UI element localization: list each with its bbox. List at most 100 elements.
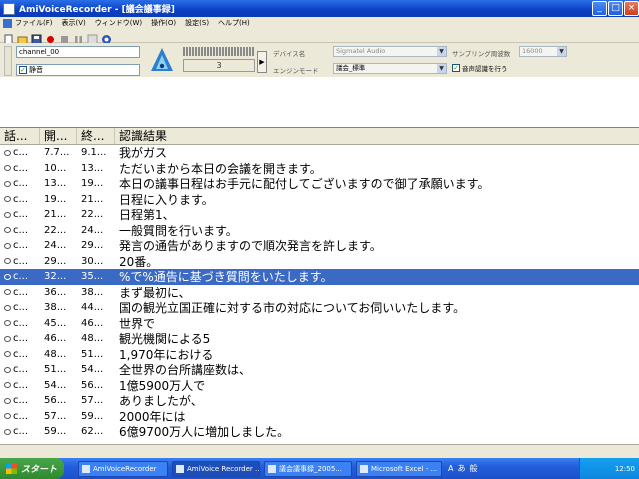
end-time-cell: 62...	[81, 426, 104, 438]
menu-window[interactable]: ウィンドウ(W)	[95, 18, 142, 28]
start-time-cell: 46...	[44, 333, 67, 345]
start-recognition-button[interactable]: ▶	[257, 51, 267, 73]
device-select[interactable]: Sigmatel Audio ▼	[333, 46, 447, 57]
list-item[interactable]: c... 29... 30... 20番。	[0, 254, 639, 270]
list-item[interactable]: c... 7.7... 9.1... 我がガス	[0, 145, 639, 161]
list-item[interactable]: c... 48... 51... 1,970年における	[0, 347, 639, 363]
channel-cell: c...	[0, 256, 40, 267]
column-header-channel[interactable]: 話...	[0, 128, 40, 144]
channel-value: c...	[13, 333, 29, 345]
engine-value: 議会_標準	[336, 64, 366, 72]
sampling-select[interactable]: 16000 ▼	[519, 46, 567, 57]
new-file-icon[interactable]	[3, 30, 14, 45]
list-item[interactable]: c... 46... 48... 観光機関による5	[0, 331, 639, 347]
menu-settings[interactable]: 設定(S)	[185, 18, 209, 28]
document-icon[interactable]	[3, 18, 12, 28]
ime-input-mode[interactable]: あ	[457, 463, 465, 474]
ime-conversion[interactable]: 般	[469, 463, 477, 474]
list-item[interactable]: c... 45... 46... 世界で	[0, 316, 639, 332]
panel-grip[interactable]	[4, 46, 12, 76]
chevron-down-icon[interactable]: ▼	[557, 47, 566, 56]
speech-bubble-icon	[4, 273, 11, 280]
open-folder-icon[interactable]	[17, 30, 28, 45]
list-item[interactable]: c... 56... 57... ありましたが、	[0, 393, 639, 409]
app-icon	[82, 464, 90, 473]
channel-value: c...	[13, 348, 29, 360]
result-text: 観光機関による5	[119, 332, 211, 347]
help-icon[interactable]	[101, 30, 112, 44]
chevron-down-icon[interactable]: ▼	[437, 64, 446, 73]
mute-label: 静音	[29, 66, 43, 74]
list-item[interactable]: c... 13... 19... 本日の議事日程はお手元に配付してございますので御了承…	[0, 176, 639, 192]
title-bar[interactable]: AmiVoiceRecorder - [議会議事録] _ □ ×	[0, 0, 639, 17]
list-item[interactable]: c... 51... 54... 全世界の台所講座数は、	[0, 362, 639, 378]
start-time-cell: 7.7...	[44, 147, 70, 159]
horizontal-scrollbar[interactable]	[0, 444, 639, 459]
control-panel: channel_00 ✓ 静音 3 ▶ デバイス名 Sigmatel Audio…	[0, 43, 639, 76]
speech-bubble-icon	[4, 196, 11, 203]
column-header-result[interactable]: 認識結果	[115, 128, 639, 144]
list-item[interactable]: c... 22... 24... 一般質問を行います。	[0, 223, 639, 239]
column-header-end[interactable]: 終...	[77, 128, 115, 144]
speech-bubble-icon	[4, 428, 11, 435]
list-item[interactable]: c... 54... 56... 1億5900万人で	[0, 378, 639, 394]
taskbar-item[interactable]: AmiVoiceRecorder	[78, 460, 168, 477]
list-item[interactable]: c... 57... 59... 2000年には	[0, 409, 639, 425]
stop-icon[interactable]	[59, 30, 70, 43]
menu-view[interactable]: 表示(V)	[62, 18, 86, 28]
play-icon[interactable]	[87, 30, 98, 45]
pause-icon[interactable]	[73, 30, 84, 43]
ime-bar[interactable]: A あ 般	[448, 460, 481, 477]
result-cell: 日程第1、	[115, 206, 639, 223]
taskbar: スタート AmiVoiceRecorder AmiVoice Recorder …	[0, 458, 639, 479]
engine-select[interactable]: 議会_標準 ▼	[333, 63, 447, 74]
start-time-cell: 29...	[44, 255, 67, 267]
clock[interactable]: 12:50	[615, 465, 635, 473]
list-item[interactable]: c... 38... 44... 国の観光立国正確に対する市の対応についてお伺いいたし…	[0, 300, 639, 316]
list-item[interactable]: c... 19... 21... 日程に入ります。	[0, 192, 639, 208]
start-time-cell: 32...	[44, 271, 67, 283]
end-time-cell: 38...	[81, 286, 104, 298]
sampling-value: 16000	[522, 47, 543, 55]
channel-value: c...	[13, 317, 29, 329]
end-time-cell: 44...	[81, 302, 104, 314]
taskbar-item-label: AmiVoice Recorder ...	[187, 464, 260, 473]
menu-operation[interactable]: 操作(O)	[151, 18, 176, 28]
list-item[interactable]: c... 10... 13... ただいまから本日の会議を開きます。	[0, 161, 639, 177]
save-icon[interactable]	[31, 30, 42, 45]
taskbar-item[interactable]: Microsoft Excel - ...	[356, 460, 442, 477]
end-time-cell: 29...	[81, 240, 104, 252]
checkmark-icon[interactable]: ✓	[452, 64, 460, 72]
result-text: 世界で	[119, 316, 156, 331]
channel-name-field[interactable]: channel_00	[16, 46, 140, 58]
start-button[interactable]: スタート	[0, 458, 64, 479]
taskbar-item[interactable]: 議会議事録_2005...	[264, 460, 352, 477]
channel-cell: c...	[0, 209, 40, 220]
ime-mode[interactable]: A	[448, 464, 453, 473]
result-text: ただいまから本日の会議を開きます。	[119, 161, 322, 176]
list-item[interactable]: c... 36... 38... まず最初に、	[0, 285, 639, 301]
level-value: 3	[183, 59, 255, 72]
menu-file[interactable]: ファイル(F)	[15, 18, 53, 28]
column-header-start[interactable]: 開...	[40, 128, 77, 144]
record-icon[interactable]	[45, 30, 56, 43]
list-item[interactable]: c... 24... 29... 発言の通告がありますので順次発言を許します。	[0, 238, 639, 254]
list-item[interactable]: c... 21... 22... 日程第1、	[0, 207, 639, 223]
result-cell: 発言の通告がありますので順次発言を許します。	[115, 237, 639, 254]
mute-checkbox[interactable]: ✓ 静音	[16, 64, 140, 76]
list-item[interactable]: c... 32... 35... %で%通告に基づき質問をいたします。	[0, 269, 639, 285]
minimize-button[interactable]: _	[592, 1, 607, 16]
end-time-cell: 35...	[81, 271, 104, 283]
checkmark-icon[interactable]: ✓	[19, 66, 27, 74]
speech-bubble-icon	[4, 335, 11, 342]
maximize-button[interactable]: □	[608, 1, 623, 16]
recognition-checkbox[interactable]: ✓ 音声認識を行う	[452, 63, 508, 73]
list-item[interactable]: c... 59... 62... 6億9700万人に増加しました。	[0, 424, 639, 440]
close-button[interactable]: ×	[624, 1, 639, 16]
result-text: 本日の議事日程はお手元に配付してございますので御了承願います。	[119, 177, 490, 192]
menu-help[interactable]: ヘルプ(H)	[218, 18, 250, 28]
chevron-down-icon[interactable]: ▼	[437, 47, 446, 56]
taskbar-item[interactable]: AmiVoice Recorder ...	[172, 460, 260, 477]
system-tray: 12:50	[579, 458, 639, 479]
result-cell: 6億9700万人に増加しました。	[115, 423, 639, 440]
